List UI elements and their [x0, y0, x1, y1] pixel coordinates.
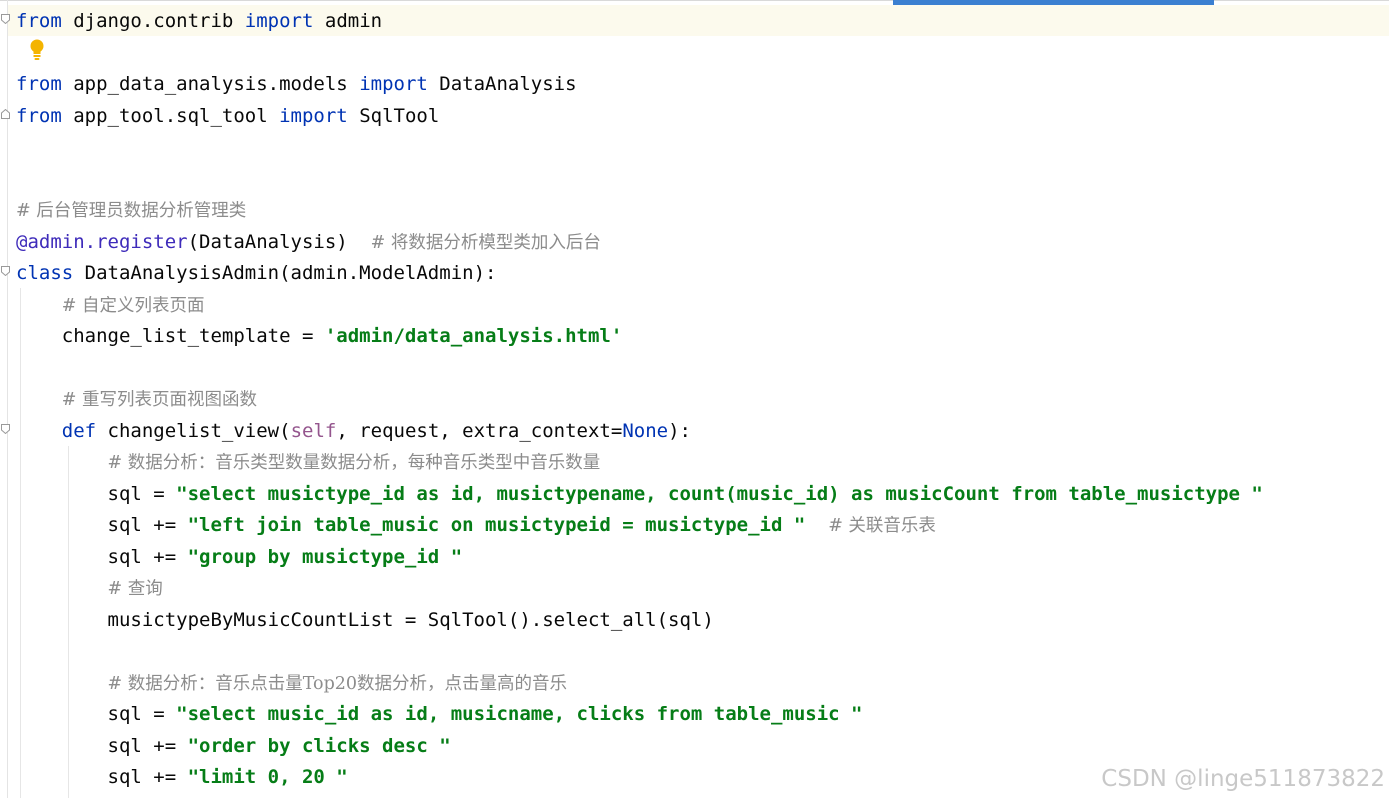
token-comment: # 自定义列表页面 [61, 296, 205, 316]
token-text: sql = [16, 703, 177, 725]
fold-marker-icon[interactable] [1, 266, 10, 276]
token-kw: def [61, 420, 97, 442]
lightbulb-icon[interactable] [29, 39, 45, 61]
token-text: sql += [16, 546, 188, 568]
token-kw: import [359, 73, 428, 95]
token-str: "group by musictype_id " [187, 546, 463, 568]
token-kw: class [16, 262, 74, 284]
code-line[interactable]: sql = "select music_id as id, musicname,… [16, 702, 863, 726]
code-line[interactable]: # 重写列表页面视图函数 [16, 387, 257, 411]
code-line[interactable]: # 数据分析：音乐类型数量数据分析，每种音乐类型中音乐数量 [16, 450, 601, 474]
token-str: "select musictype_id as id, musictypenam… [176, 483, 1263, 505]
token-text: SqlTool [347, 105, 440, 127]
token-comment: # 重写列表页面视图函数 [61, 390, 257, 410]
token-str: "select music_id as id, musicname, click… [176, 703, 863, 725]
token-str: "order by clicks desc " [187, 735, 451, 757]
code-line[interactable]: from django.contrib import admin [16, 9, 382, 33]
token-kw: import [279, 105, 348, 127]
token-text: change_list_template = [16, 325, 325, 347]
code-line[interactable]: def changelist_view(self, request, extra… [16, 419, 691, 443]
token-kw: from [16, 73, 62, 95]
token-comment: # 后台管理员数据分析管理类 [16, 201, 247, 221]
code-line[interactable]: sql += "left join table_music on musicty… [16, 513, 936, 537]
gutter-separator [7, 0, 8, 798]
code-line[interactable]: change_list_template = 'admin/data_analy… [16, 324, 623, 348]
token-str: "limit 0, 20 " [187, 766, 348, 788]
token-comment: # 关联音乐表 [828, 516, 936, 536]
token-text: app_data_analysis.models [61, 73, 360, 95]
token-deco: @admin.register [16, 231, 188, 253]
token-text: (DataAnalysis) [187, 231, 371, 253]
token-const: None [622, 420, 669, 442]
code-line[interactable]: # 数据分析：音乐点击量Top20数据分析，点击量高的音乐 [16, 671, 568, 695]
token-text: sql = [16, 483, 177, 505]
token-text: admin [313, 10, 383, 32]
token-comment: # 数据分析：音乐点击量Top20数据分析，点击量高的音乐 [107, 674, 568, 694]
token-kw: from [16, 105, 62, 127]
fold-marker-icon[interactable] [1, 109, 10, 119]
token-kw: import [244, 10, 314, 32]
code-line[interactable]: sql += "limit 0, 20 " [16, 765, 348, 789]
token-comment: # 将数据分析模型类加入后台 [370, 233, 601, 253]
code-line[interactable]: # 查询 [16, 576, 163, 600]
code-line[interactable]: from app_tool.sql_tool import SqlTool [16, 104, 439, 128]
token-text: , request, extra_context= [336, 420, 623, 442]
token-text: DataAnalysis [427, 73, 577, 95]
token-text: django.contrib [61, 10, 245, 32]
code-line[interactable]: @admin.register(DataAnalysis) # 将数据分析模型类… [16, 230, 601, 254]
code-line[interactable]: sql += "group by musictype_id " [16, 545, 463, 569]
token-self: self [290, 420, 337, 442]
code-line[interactable]: # 后台管理员数据分析管理类 [16, 198, 246, 222]
token-comment: # 查询 [107, 579, 163, 599]
code-line[interactable]: # 自定义列表页面 [16, 293, 205, 317]
token-text: sql += [16, 766, 188, 788]
code-line[interactable]: sql = "select musictype_id as id, musict… [16, 482, 1263, 506]
token-str: "left join table_music on musictypeid = … [187, 514, 806, 536]
code-editor[interactable]: from django.contrib import admin from app… [0, 0, 1389, 798]
token-str: 'admin/data_analysis.html' [324, 325, 623, 347]
token-text: sql += [16, 514, 188, 536]
token-text: app_tool.sql_tool [61, 105, 280, 127]
token-text: ): [668, 420, 691, 442]
watermark: CSDN @linge511873822 [1101, 766, 1385, 792]
fold-marker-icon[interactable] [1, 424, 10, 434]
token-text: musictypeByMusicCountList = SqlTool().se… [16, 609, 714, 631]
code-line[interactable]: from app_data_analysis.models import Dat… [16, 72, 577, 96]
fold-marker-icon[interactable] [1, 14, 10, 24]
code-line[interactable]: musictypeByMusicCountList = SqlTool().se… [16, 608, 714, 632]
token-text: DataAnalysisAdmin(admin.ModelAdmin): [73, 262, 497, 284]
token-text: changelist_view( [96, 420, 291, 442]
code-line[interactable]: sql += "order by clicks desc " [16, 734, 451, 758]
token-kw: from [16, 10, 62, 32]
token-text: sql += [16, 735, 188, 757]
token-comment: # 数据分析：音乐类型数量数据分析，每种音乐类型中音乐数量 [107, 453, 601, 473]
code-line[interactable]: class DataAnalysisAdmin(admin.ModelAdmin… [16, 261, 496, 285]
